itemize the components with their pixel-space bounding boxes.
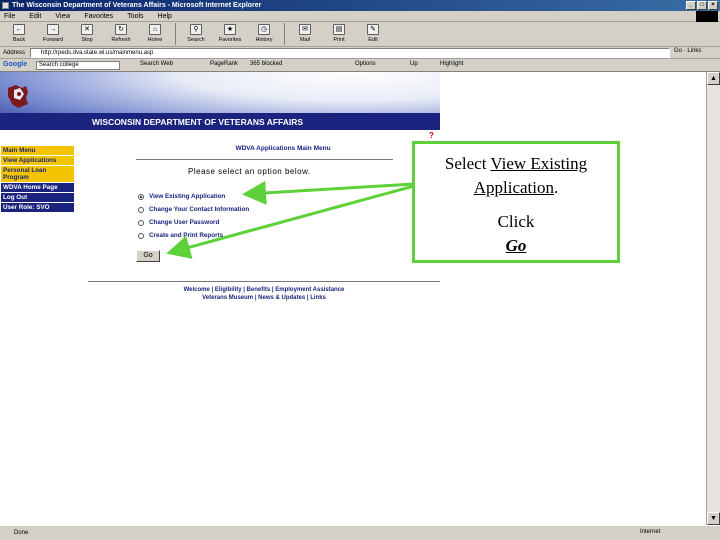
menu-options: View Existing Application Change Your Con… xyxy=(138,190,249,242)
home-icon: ⌂ xyxy=(149,24,161,35)
ie-icon xyxy=(2,2,9,9)
radio-button[interactable] xyxy=(138,219,144,226)
menu-help[interactable]: Help xyxy=(158,13,172,20)
edit-icon: ✎ xyxy=(367,24,379,35)
instruction-callout: Select View Existing Application. Click … xyxy=(412,141,620,263)
callout-application: Application xyxy=(473,178,554,197)
callout-select: Select xyxy=(444,154,487,173)
sidebar-item-1[interactable]: View Applications xyxy=(1,156,74,166)
stop-button[interactable]: ✕ Stop xyxy=(70,22,104,47)
google-popup-blocker[interactable]: 365 blocked xyxy=(250,61,282,67)
callout-go: Go xyxy=(505,236,527,255)
maximize-button[interactable]: □ xyxy=(697,1,707,10)
callout-click: Click xyxy=(497,212,535,231)
address-bar: Address http://rpeds.dva.state.wi.us/mai… xyxy=(0,47,720,59)
menu-edit[interactable]: Edit xyxy=(29,13,41,20)
close-button[interactable]: × xyxy=(708,1,718,10)
option-label: Create and Print Reports xyxy=(149,232,224,239)
instruction-text: Please select an option below. xyxy=(188,167,311,176)
mail-button[interactable]: ✉ Mail xyxy=(288,22,322,47)
back-button[interactable]: ← Back xyxy=(2,22,36,47)
menu-file[interactable]: File xyxy=(4,13,15,20)
google-pagerank: PageRank xyxy=(210,61,239,67)
radio-button[interactable] xyxy=(138,193,144,200)
menu-favorites[interactable]: Favorites xyxy=(84,13,113,20)
window-title: The Wisconsin Department of Veterans Aff… xyxy=(12,2,262,9)
forward-button[interactable]: → Forward xyxy=(36,22,70,47)
wisconsin-seal-icon xyxy=(8,85,28,108)
refresh-icon: ↻ xyxy=(115,24,127,35)
window-title-bar: The Wisconsin Department of Veterans Aff… xyxy=(0,0,720,11)
star-icon: ★ xyxy=(224,24,236,35)
page-heading: WDVA Applications Main Menu xyxy=(235,145,331,152)
option-label: View Existing Application xyxy=(149,193,226,200)
menu-option-0[interactable]: View Existing Application xyxy=(138,190,249,203)
sidebar-item-3[interactable]: WDVA Home Page xyxy=(1,183,74,193)
print-button[interactable]: ▤ Print xyxy=(322,22,356,47)
search-icon: ⚲ xyxy=(190,24,202,35)
sidebar-item-2[interactable]: Personal Loan Program xyxy=(1,166,74,183)
side-navigation: Main Menu View Applications Personal Loan … xyxy=(1,146,74,213)
footer-link[interactable]: Eligibility xyxy=(215,287,242,293)
footer-link[interactable]: Employment Assistance xyxy=(275,287,344,293)
footer-link[interactable]: Benefits xyxy=(247,287,271,293)
vertical-scrollbar[interactable]: ▲ ▼ xyxy=(706,72,720,525)
forward-arrow-icon: → xyxy=(47,24,59,35)
go-button[interactable]: Go xyxy=(136,250,160,262)
minimize-button[interactable]: _ xyxy=(686,1,696,10)
home-button[interactable]: ⌂ Home xyxy=(138,22,172,47)
google-up-button[interactable]: Up xyxy=(410,61,418,67)
option-label: Change User Password xyxy=(149,219,220,226)
footer-link[interactable]: Veterans Museum xyxy=(202,295,253,301)
address-go-button[interactable]: Go · Links xyxy=(674,48,701,54)
menu-option-1[interactable]: Change Your Contact Information xyxy=(138,203,249,216)
footer-link[interactable]: Welcome xyxy=(184,287,210,293)
address-label: Address xyxy=(3,49,26,56)
google-toolbar: Google Search college Search Web PageRan… xyxy=(0,59,720,72)
footer-link[interactable]: Links xyxy=(310,295,326,301)
search-button[interactable]: ⚲ Search xyxy=(179,22,213,47)
favorites-button[interactable]: ★ Favorites xyxy=(213,22,247,47)
back-arrow-icon: ← xyxy=(13,24,25,35)
scroll-down-icon[interactable]: ▼ xyxy=(707,512,720,525)
sidebar-item-5[interactable]: User Role: SVO xyxy=(1,203,74,213)
refresh-button[interactable]: ↻ Refresh xyxy=(104,22,138,47)
callout-view-existing: View Existing xyxy=(490,154,588,173)
status-text: Done xyxy=(14,530,29,536)
sidebar-item-4[interactable]: Log Out xyxy=(1,193,74,203)
heading-divider xyxy=(136,159,393,160)
help-icon[interactable]: ? xyxy=(429,131,434,140)
site-title: WISCONSIN DEPARTMENT OF VETERANS AFFAIRS xyxy=(0,113,440,130)
arrow-to-view-existing xyxy=(242,180,415,205)
mail-icon: ✉ xyxy=(299,24,311,35)
address-input[interactable]: http://rpeds.dva.state.wi.us/mainmenu.as… xyxy=(30,48,670,58)
history-button[interactable]: ◷ History xyxy=(247,22,281,47)
security-zone: Internet xyxy=(640,529,661,535)
history-icon: ◷ xyxy=(258,24,270,35)
google-highlight-button[interactable]: Highlight xyxy=(440,61,463,67)
menu-tools[interactable]: Tools xyxy=(127,13,143,20)
footer-divider xyxy=(88,281,440,282)
radio-button[interactable] xyxy=(138,232,144,239)
stop-icon: ✕ xyxy=(81,24,93,35)
menu-bar: File Edit View Favorites Tools Help xyxy=(0,11,720,22)
google-options-button[interactable]: Options xyxy=(355,61,376,67)
status-bar: Done Internet xyxy=(0,525,720,540)
menu-option-2[interactable]: Change User Password xyxy=(138,216,249,229)
radio-button[interactable] xyxy=(138,206,144,213)
windows-logo-icon xyxy=(696,11,718,22)
browser-toolbar: ← Back → Forward ✕ Stop ↻ Refresh ⌂ Home ⚲ Sea… xyxy=(0,22,720,47)
printer-icon: ▤ xyxy=(333,24,345,35)
footer-links: Welcome | Eligibility | Benefits | Emplo… xyxy=(183,287,345,301)
sidebar-item-0[interactable]: Main Menu xyxy=(1,146,74,156)
option-label: Change Your Contact Information xyxy=(149,206,250,213)
edit-button[interactable]: ✎ Edit xyxy=(356,22,390,47)
google-search-input[interactable]: Search college xyxy=(36,61,120,70)
menu-option-3[interactable]: Create and Print Reports xyxy=(138,229,249,242)
google-search-web-button[interactable]: Search Web xyxy=(140,61,173,67)
menu-view[interactable]: View xyxy=(55,13,70,20)
google-logo: Google xyxy=(3,61,28,68)
footer-link[interactable]: News & Updates xyxy=(258,295,305,301)
scroll-up-icon[interactable]: ▲ xyxy=(707,72,720,85)
